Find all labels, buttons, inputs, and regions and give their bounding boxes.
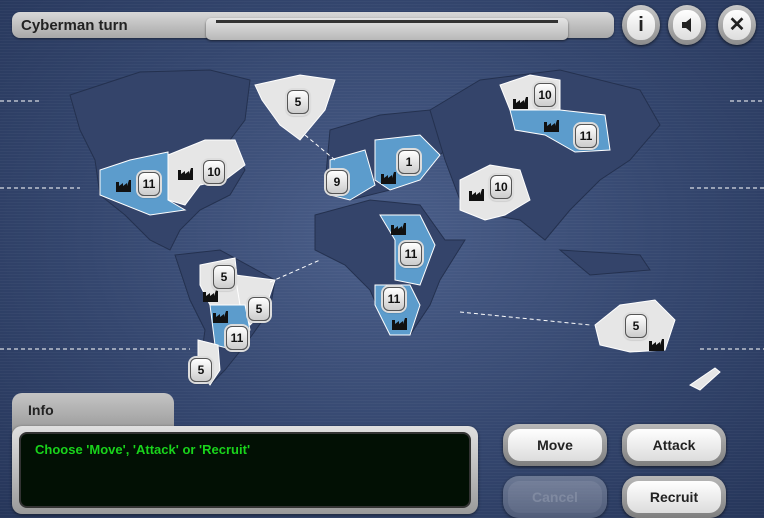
progress-track (216, 20, 558, 23)
factory-icon (544, 119, 560, 132)
attack-button[interactable]: Attack (622, 424, 726, 466)
factory-icon (513, 96, 529, 109)
unit-count-northern-south-america[interactable]: 5 (213, 265, 235, 289)
sound-icon (673, 10, 701, 40)
unit-count-brazil[interactable]: 5 (248, 297, 270, 321)
cancel-label: Cancel (508, 481, 602, 513)
unit-count-northern-russia[interactable]: 10 (534, 83, 556, 107)
unit-count-western-europe[interactable]: 9 (326, 170, 348, 194)
info-message: Choose 'Move', 'Attack' or 'Recruit' (35, 442, 251, 457)
unit-count-usa-east[interactable]: 10 (203, 160, 225, 184)
info-screen: Choose 'Move', 'Attack' or 'Recruit' (19, 432, 471, 508)
factory-icon (116, 179, 132, 192)
unit-count-middle-east[interactable]: 10 (490, 175, 512, 199)
factory-icon (469, 188, 485, 201)
turn-progress-bar (206, 18, 568, 40)
move-label: Move (508, 429, 602, 461)
unit-count-argentina[interactable]: 11 (226, 326, 248, 350)
unit-count-eastern-europe[interactable]: 1 (398, 150, 420, 174)
new-zealand (689, 367, 721, 391)
info-tab-label: Info (28, 402, 54, 418)
attack-label: Attack (627, 429, 721, 461)
factory-icon (649, 338, 665, 351)
factory-icon (178, 167, 194, 180)
cancel-button: Cancel (503, 476, 607, 518)
factory-icon (392, 317, 408, 330)
factory-icon (381, 171, 397, 184)
close-button[interactable]: ✕ (718, 5, 756, 45)
unit-count-patagonia[interactable]: 5 (190, 358, 212, 382)
turn-title: Cyberman turn (21, 17, 128, 34)
unit-count-southern-africa[interactable]: 11 (383, 287, 405, 311)
info-button[interactable]: i (622, 5, 660, 45)
factory-icon (391, 222, 407, 235)
unit-count-east-africa[interactable]: 11 (400, 242, 422, 266)
unit-count-greenland[interactable]: 5 (287, 90, 309, 114)
indonesia (558, 249, 651, 276)
recruit-label: Recruit (627, 481, 721, 513)
factory-icon (213, 310, 229, 323)
sound-button[interactable] (668, 5, 706, 45)
unit-count-usa-west[interactable]: 11 (138, 172, 160, 196)
info-panel: Choose 'Move', 'Attack' or 'Recruit' (12, 426, 478, 514)
info-icon: i (627, 10, 655, 40)
close-icon: ✕ (723, 10, 751, 40)
recruit-button[interactable]: Recruit (622, 476, 726, 518)
factory-icon (203, 289, 219, 302)
move-button[interactable]: Move (503, 424, 607, 466)
unit-count-russia[interactable]: 11 (575, 124, 597, 148)
status-bar: Cyberman turn (12, 12, 614, 40)
unit-count-australia[interactable]: 5 (625, 314, 647, 338)
